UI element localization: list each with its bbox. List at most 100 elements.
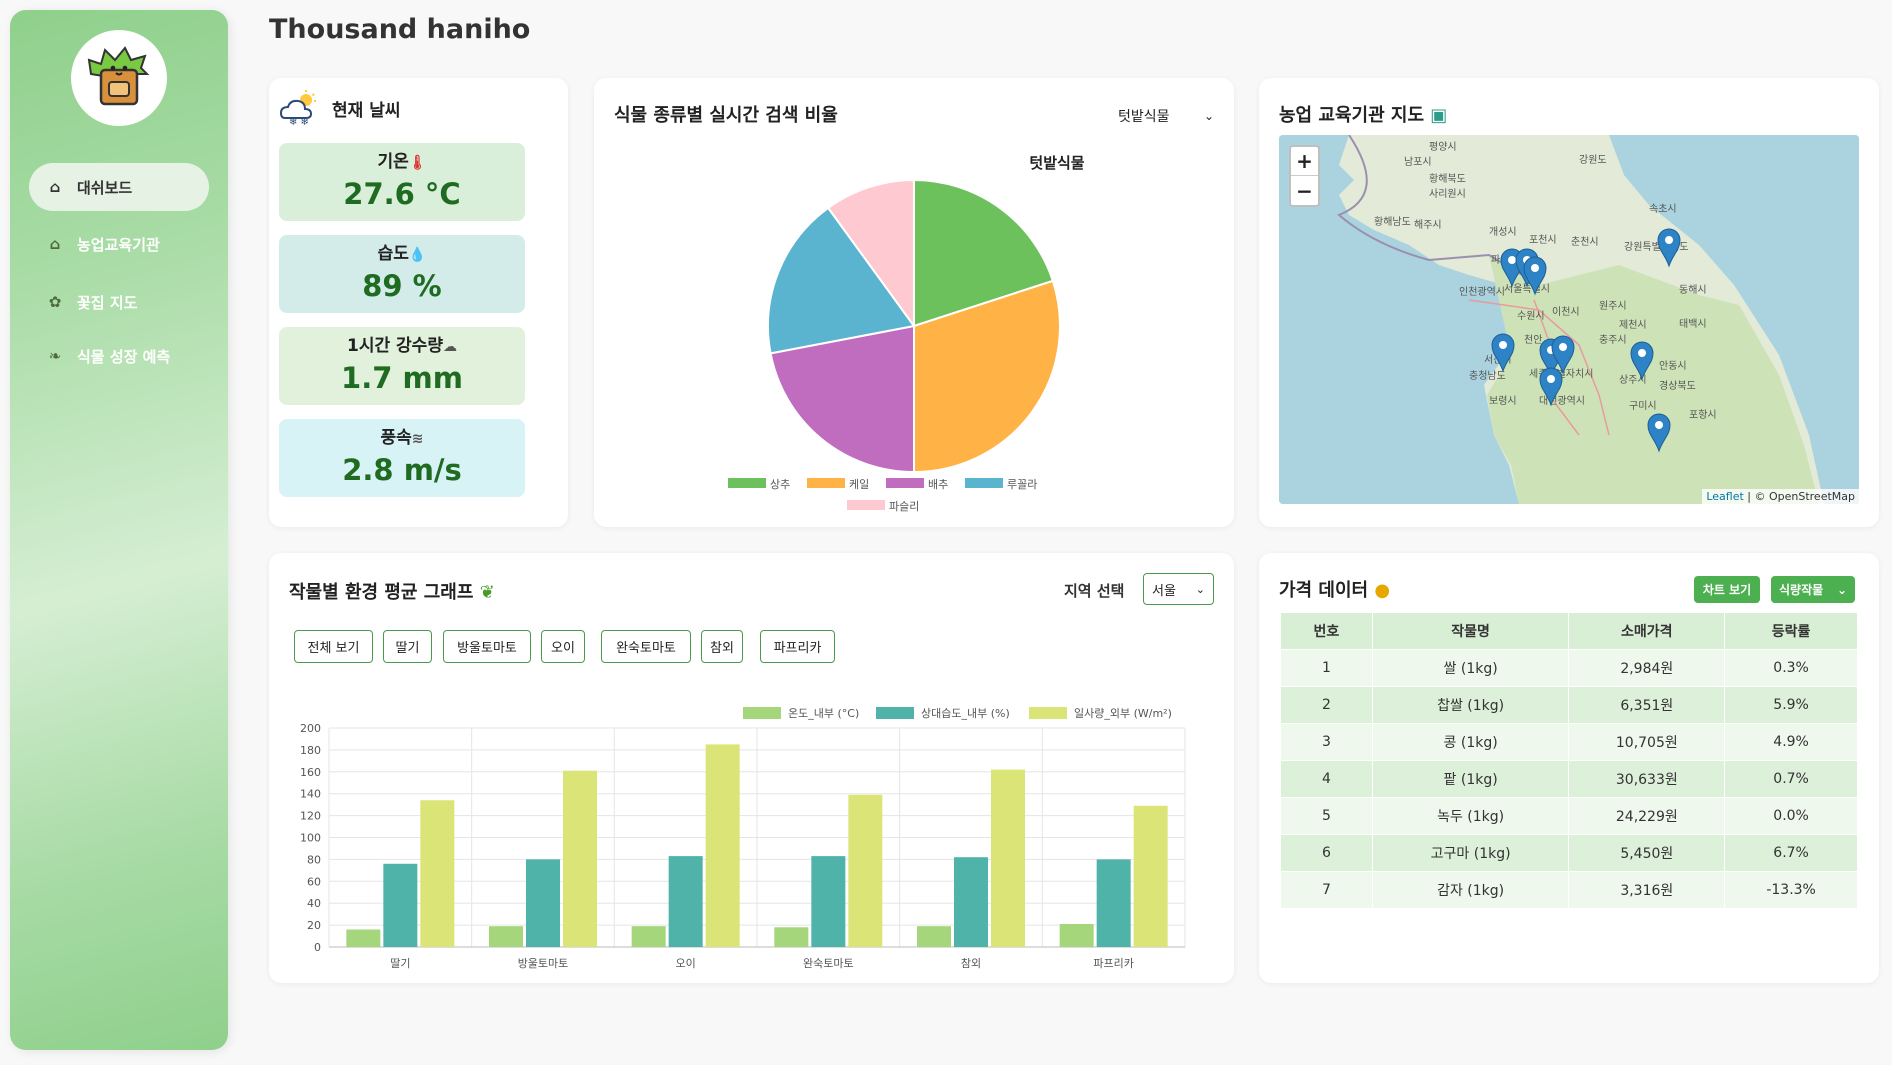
map-place-label: 제천시 bbox=[1619, 319, 1647, 331]
zoom-control: + − bbox=[1289, 145, 1320, 207]
region-select[interactable]: 서울 ⌄ bbox=[1143, 573, 1214, 605]
map-place-label: 사리원시 bbox=[1429, 188, 1466, 200]
column-header[interactable]: 번호 bbox=[1280, 612, 1373, 650]
bar-1-1[interactable] bbox=[346, 929, 381, 947]
map-place-label: 황해북도 bbox=[1429, 172, 1466, 185]
y-tick-label: 180 bbox=[300, 744, 321, 757]
bar-2-4[interactable] bbox=[811, 856, 846, 947]
crop-category-select[interactable]: 식량작물 ⌄ bbox=[1771, 576, 1855, 603]
table-cell: 3 bbox=[1280, 723, 1373, 761]
chart-view-button[interactable]: 차트 보기 bbox=[1694, 576, 1760, 603]
pie-legend-label: 케일 bbox=[849, 477, 869, 491]
x-tick-label: 오이 bbox=[676, 957, 696, 970]
bar-3-6[interactable] bbox=[1133, 805, 1168, 947]
weather-icon: ❄ ❄ bbox=[279, 90, 319, 130]
column-header[interactable]: 작물명 bbox=[1371, 612, 1570, 650]
chevron-down-icon: ⌄ bbox=[1195, 582, 1205, 596]
x-tick-label: 완숙토마토 bbox=[803, 957, 854, 970]
map-view[interactable]: 평양시강원도남포시황해북도사리원시해주시황해남도개성시포천시춘천시속초시파주시강… bbox=[1279, 135, 1859, 504]
region-select-value: 서울 bbox=[1152, 583, 1176, 599]
table-row: 5 녹두 (1kg) 24,229원 0.0% bbox=[1280, 797, 1858, 835]
price-title-text: 가격 데이터 bbox=[1279, 580, 1369, 601]
bar-1-5[interactable] bbox=[917, 926, 951, 947]
bar-3-3[interactable] bbox=[705, 744, 740, 947]
rain-cloud-icon: ☁ bbox=[442, 339, 457, 355]
table-cell: 6,351원 bbox=[1568, 686, 1726, 724]
map-card-title: 농업 교육기관 지도 ▣ bbox=[1279, 101, 1447, 127]
map-place-label: 포항시 bbox=[1689, 409, 1717, 421]
plant-pot-logo-icon bbox=[87, 46, 150, 106]
bar-3-4[interactable] bbox=[848, 794, 883, 947]
nav-item-4[interactable]: ❧ 식물 성장 예측 bbox=[29, 332, 209, 380]
filter-button-3[interactable]: 방울토마토 bbox=[443, 630, 531, 663]
table-cell: 6 bbox=[1280, 834, 1373, 872]
bar-2-2[interactable] bbox=[526, 859, 560, 947]
leaflet-link[interactable]: Leaflet bbox=[1706, 490, 1743, 503]
nav-item-2[interactable]: ⌂ 농업교육기관 bbox=[29, 220, 209, 268]
droplet-icon: 💧 bbox=[408, 247, 427, 263]
filter-button-1[interactable]: 전체 보기 bbox=[294, 630, 373, 663]
pie-chart-title: 텃밭식물 bbox=[1029, 154, 1084, 172]
y-tick-label: 160 bbox=[300, 766, 321, 779]
table-cell: 5,450원 bbox=[1568, 834, 1726, 872]
y-tick-label: 20 bbox=[307, 919, 321, 932]
bar-1-6[interactable] bbox=[1059, 924, 1094, 947]
map-card: 농업 교육기관 지도 ▣ 평양시 강원도 남포시 황해북도 사리원시 해주시 황해남도 개성시… bbox=[1259, 78, 1879, 527]
bar-1-2[interactable] bbox=[489, 926, 523, 947]
price-card-title: 가격 데이터 ● bbox=[1279, 576, 1390, 602]
legend-swatch bbox=[876, 707, 914, 719]
region-label: 지역 선택 bbox=[1064, 582, 1125, 600]
x-tick-label: 방울토마토 bbox=[518, 957, 569, 970]
weather-value: 27.6 °C bbox=[343, 177, 461, 211]
pie-chart: 텃밭식물상추 케일 배추 루꼴라파슬리 bbox=[728, 154, 1085, 513]
map-place-label: 안동시 bbox=[1659, 360, 1687, 372]
bar-3-5[interactable] bbox=[991, 769, 1025, 947]
table-row: 7 감자 (1kg) 3,316원 -13.3% bbox=[1280, 871, 1858, 909]
zoom-out-button[interactable]: − bbox=[1291, 176, 1318, 205]
column-header[interactable]: 소매가격 bbox=[1568, 612, 1726, 650]
filter-button-5[interactable]: 완숙토마토 bbox=[601, 630, 691, 663]
pie-legend-label: 상추 bbox=[770, 478, 790, 491]
nav-item-3[interactable]: ✿ 꽃집 지도 bbox=[29, 278, 209, 326]
bar-card-title: 작물별 환경 평균 그래프 ❦ bbox=[289, 578, 495, 604]
bar-legend-label: 온도_내부 (°C) bbox=[788, 707, 859, 720]
price-table: 번호 작물명 소매가격 등락률 1쌀 (1kg) 2,984원 0.3% 2 찹쌀 (1kg)… bbox=[1280, 612, 1858, 909]
nav-item-1[interactable]: ⌂ 대쉬보드 bbox=[29, 163, 209, 211]
table-cell: 10,705원 bbox=[1568, 723, 1726, 761]
table-cell: 1 bbox=[1280, 649, 1373, 687]
svg-text:❄ ❄: ❄ ❄ bbox=[289, 117, 309, 126]
book-icon: ▣ bbox=[1430, 105, 1448, 126]
weather-wind-box: 풍속≋ 2.8 m/s bbox=[279, 419, 525, 497]
map-place-label: 포천시 bbox=[1529, 234, 1557, 246]
table-cell: 4 bbox=[1280, 760, 1373, 798]
table-row: 6 고구마 (1kg) 5,450원 6.7% bbox=[1280, 834, 1858, 872]
filter-button-6[interactable]: 참외 bbox=[701, 630, 743, 663]
map-place-label: 춘천시 bbox=[1571, 236, 1599, 248]
sprout-icon: ❧ bbox=[48, 347, 62, 365]
map-place-label: 동해시 bbox=[1679, 283, 1707, 296]
zoom-in-button[interactable]: + bbox=[1291, 147, 1318, 176]
bar-1-4[interactable] bbox=[774, 927, 809, 947]
bar-2-1[interactable] bbox=[383, 863, 418, 947]
bar-2-3[interactable] bbox=[668, 856, 703, 947]
weather-label-text: 습도 bbox=[377, 244, 409, 264]
bar-2-5[interactable] bbox=[954, 857, 988, 947]
map-place-label: 태백시 bbox=[1679, 318, 1707, 330]
y-tick-label: 140 bbox=[300, 788, 321, 801]
map-place-label: 수원시 bbox=[1517, 310, 1545, 322]
table-row: 2 찹쌀 (1kg) 6,351원 5.9% bbox=[1280, 686, 1858, 724]
bar-2-6[interactable] bbox=[1096, 859, 1131, 947]
table-cell: 2,984원 bbox=[1568, 649, 1726, 687]
map-place-label: 평양시 bbox=[1429, 141, 1457, 153]
column-header[interactable]: 등락률 bbox=[1724, 612, 1858, 650]
bar-3-2[interactable] bbox=[563, 770, 597, 947]
bar-1-3[interactable] bbox=[631, 926, 666, 947]
x-tick-label: 딸기 bbox=[390, 957, 410, 970]
filter-button-2[interactable]: 딸기 bbox=[383, 630, 432, 663]
table-row: 4팥 (1kg) 30,633원 0.7% bbox=[1280, 760, 1858, 798]
filter-button-7[interactable]: 파프리카 bbox=[760, 630, 835, 663]
filter-button-4[interactable]: 오이 bbox=[541, 630, 585, 663]
table-cell: 쌀 (1kg) bbox=[1371, 649, 1570, 687]
bar-3-1[interactable] bbox=[420, 800, 455, 947]
table-cell: 24,229원 bbox=[1568, 797, 1726, 835]
